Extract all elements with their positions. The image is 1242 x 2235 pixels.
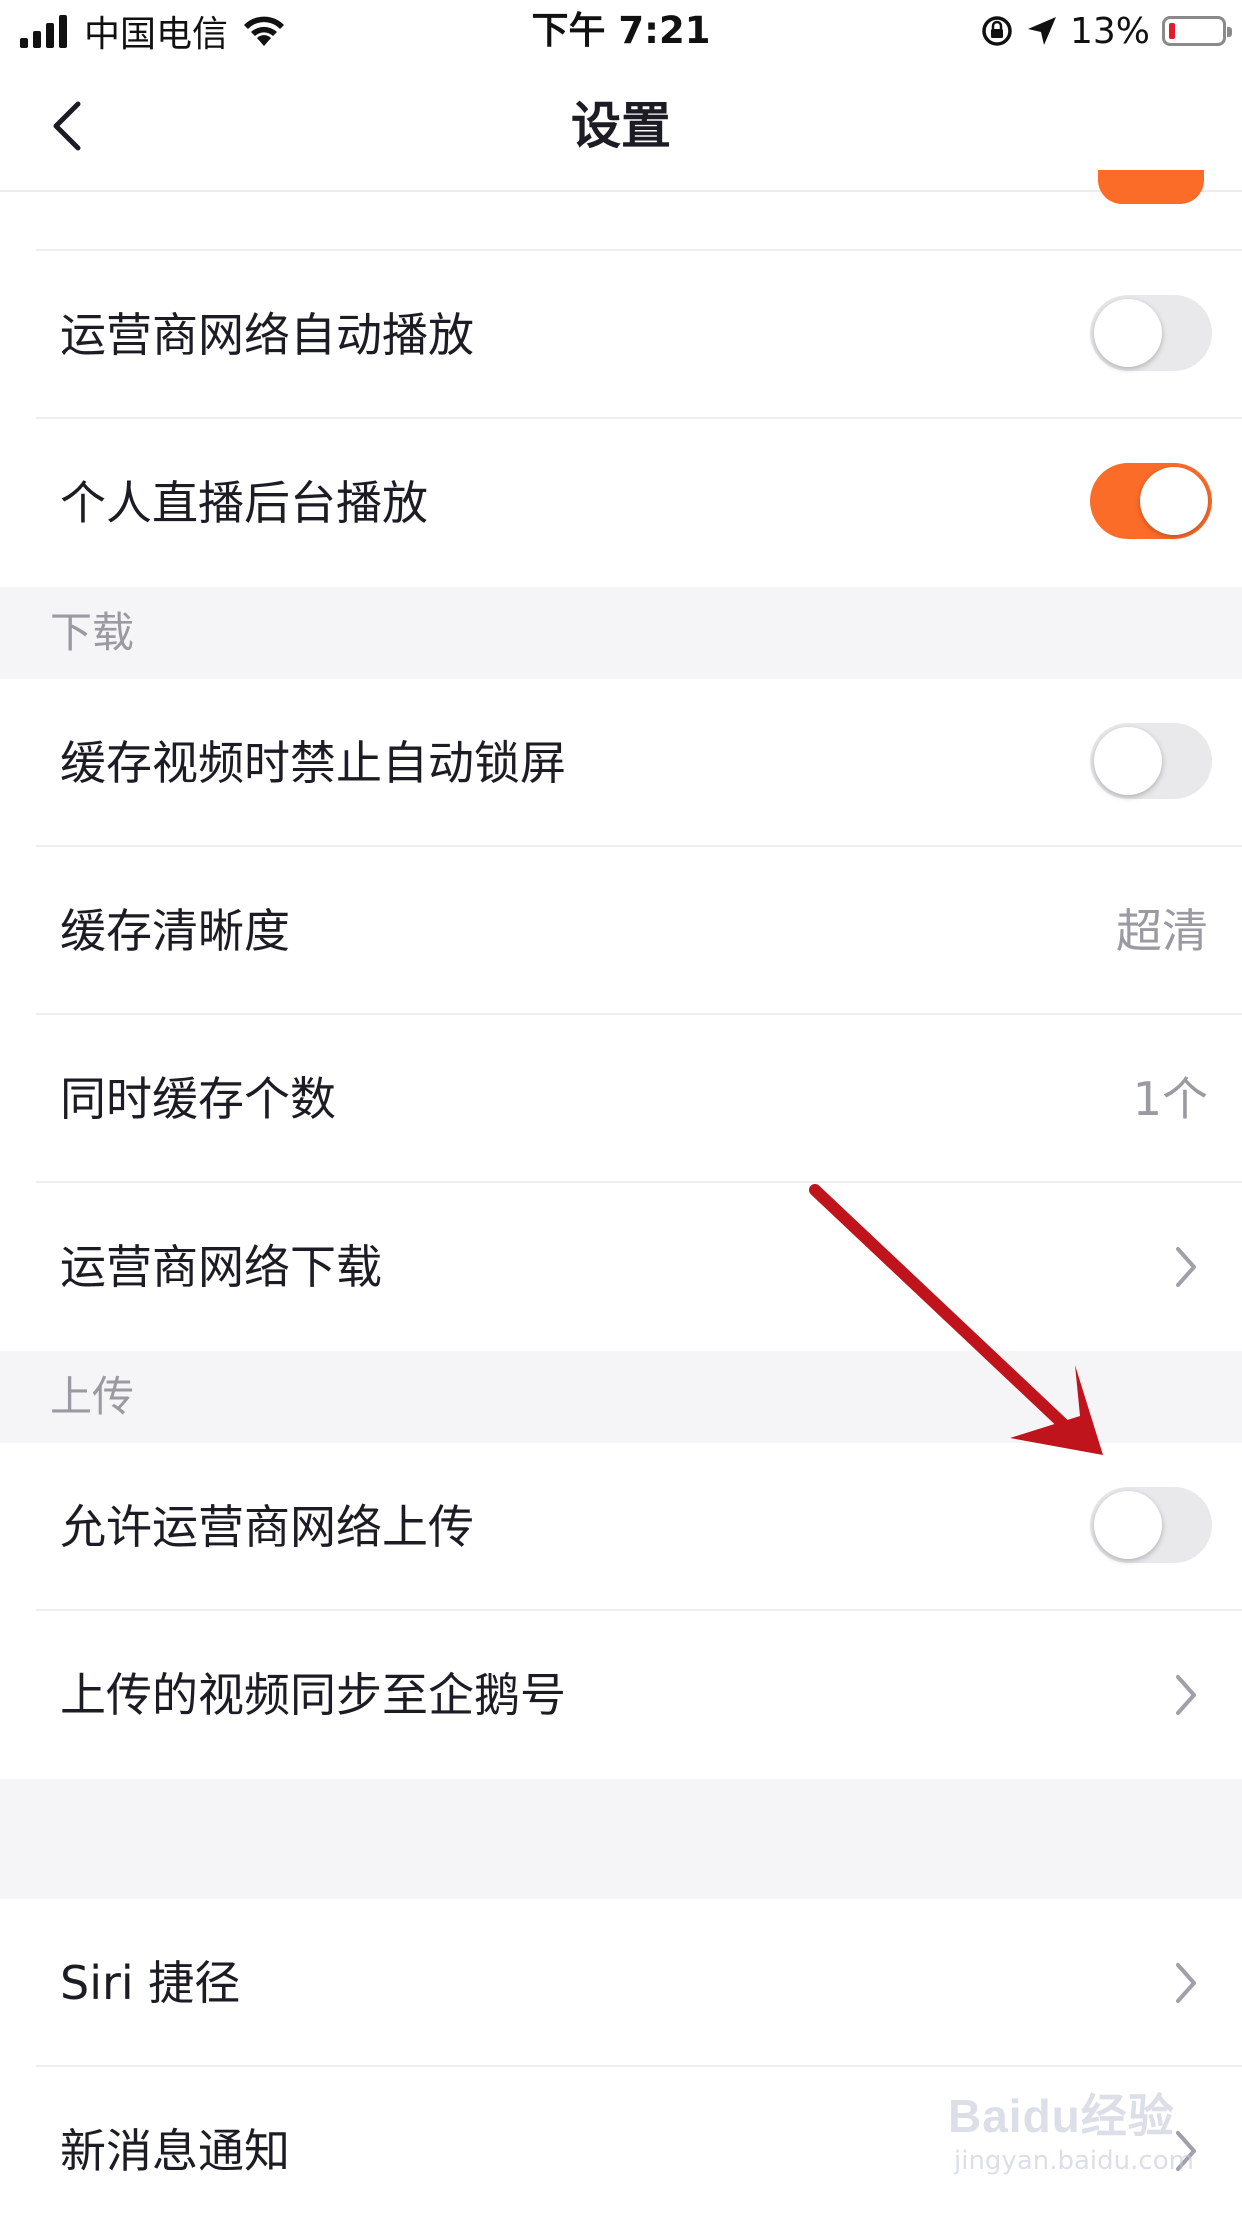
live-background-toggle[interactable] [1090, 463, 1212, 539]
settings-row-cache-count[interactable]: 同时缓存个数 1个 [0, 1015, 1242, 1183]
row-label: 缓存视频时禁止自动锁屏 [60, 736, 566, 790]
chevron-right-icon [1176, 1247, 1196, 1287]
section-title: 上传 [50, 1372, 135, 1421]
partial-toggle-switch[interactable] [1098, 170, 1204, 204]
rotation-lock-icon [982, 16, 1012, 46]
chevron-right-icon [1176, 1675, 1196, 1715]
settings-row-sync-penguin[interactable]: 上传的视频同步至企鹅号 [0, 1611, 1242, 1779]
carrier-autoplay-toggle[interactable] [1090, 295, 1212, 371]
nav-bar: 设置 [0, 62, 1242, 192]
section-spacer [0, 1779, 1242, 1899]
row-label: 上传的视频同步至企鹅号 [60, 1668, 566, 1722]
carrier-upload-toggle[interactable] [1090, 1487, 1212, 1563]
row-label: 运营商网络下载 [60, 1240, 382, 1294]
status-right: 13% [980, 6, 1232, 56]
row-value: 1个 [1132, 1072, 1208, 1126]
row-label: Siri 捷径 [60, 1956, 241, 2010]
location-icon [1027, 17, 1056, 45]
settings-row-cache-lock[interactable]: 缓存视频时禁止自动锁屏 [0, 679, 1242, 847]
watermark-url: jingyan.baidu.com [954, 2146, 1194, 2176]
row-label: 允许运营商网络上传 [60, 1500, 474, 1554]
section-header-upload: 上传 [0, 1351, 1242, 1443]
section-header-download: 下载 [0, 587, 1242, 679]
chevron-right-icon [1176, 1963, 1196, 2003]
row-label: 运营商网络自动播放 [60, 308, 474, 362]
row-label: 同时缓存个数 [60, 1072, 336, 1126]
battery-icon [1162, 16, 1232, 46]
settings-row-carrier-download[interactable]: 运营商网络下载 [0, 1183, 1242, 1351]
settings-row-carrier-upload[interactable]: 允许运营商网络上传 [0, 1443, 1242, 1611]
cache-lock-toggle[interactable] [1090, 723, 1212, 799]
row-label: 缓存清晰度 [60, 904, 290, 958]
watermark-brand: Baidu经验 [948, 2090, 1175, 2142]
settings-row-siri[interactable]: Siri 捷径 [0, 1899, 1242, 2067]
settings-row-carrier-autoplay[interactable]: 运营商网络自动播放 [0, 251, 1242, 419]
row-label: 个人直播后台播放 [60, 476, 428, 530]
row-label: 新消息通知 [60, 2124, 290, 2178]
status-bar: 中国电信 下午 7:21 13% [0, 0, 1242, 62]
settings-row-cache-quality[interactable]: 缓存清晰度 超清 [0, 847, 1242, 1015]
settings-row-live-background[interactable]: 个人直播后台播放 [0, 419, 1242, 587]
page-title: 设置 [571, 97, 671, 155]
watermark-logo: Baidu经验 jingyan.baidu.com [948, 2080, 1208, 2188]
section-title: 下载 [50, 608, 135, 657]
battery-percent: 13% [1069, 10, 1150, 52]
row-value: 超清 [1116, 904, 1208, 958]
